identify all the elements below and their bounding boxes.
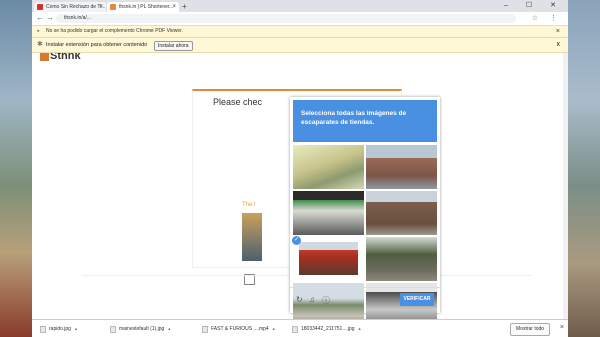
site-favicon-icon bbox=[110, 4, 116, 10]
file-icon bbox=[40, 326, 46, 333]
youtube-icon bbox=[37, 4, 43, 10]
site-logo[interactable]: Sthnk bbox=[40, 53, 81, 62]
download-item[interactable]: mainestefault (1).jpg ▲ bbox=[110, 324, 171, 334]
tab-1[interactable]: Como Sin Rechazo de Ti... × bbox=[34, 2, 106, 12]
background-right-image bbox=[568, 0, 600, 337]
file-icon bbox=[292, 326, 298, 333]
checkmark-icon: ✓ bbox=[292, 236, 301, 245]
download-item[interactable]: rapido.jpg ▲ bbox=[40, 324, 78, 334]
logo-mark-icon bbox=[40, 53, 49, 61]
toolbar-icons[interactable]: ☆ ⋮ bbox=[532, 14, 562, 22]
challenge-footer: ↻ ♫ ⓘ VERIFICAR bbox=[290, 287, 440, 314]
new-tab-button[interactable]: + bbox=[182, 2, 187, 11]
url-field[interactable]: thsnk.in/a/... bbox=[56, 14, 516, 23]
logo-text: Sthnk bbox=[50, 53, 81, 62]
tab-bar: Como Sin Rechazo de Ti... × thsnk.in | P… bbox=[32, 0, 568, 12]
tab-2[interactable]: thsnk.in | PL Shortener... × bbox=[107, 2, 179, 12]
tab-close-icon[interactable]: × bbox=[172, 2, 176, 12]
image-tile[interactable] bbox=[293, 191, 364, 235]
browser-window: Como Sin Rechazo de Ti... × thsnk.in | P… bbox=[32, 0, 568, 337]
challenge-header: Selecciona todas las imágenes de escapar… bbox=[293, 100, 437, 142]
download-item[interactable]: 18033442_211751....jpg ▲ bbox=[292, 324, 362, 334]
recaptcha-challenge: Selecciona todas las imágenes de escapar… bbox=[290, 97, 440, 327]
page-scrollbar[interactable] bbox=[563, 53, 568, 319]
image-tile[interactable] bbox=[293, 145, 364, 189]
forward-icon[interactable]: → bbox=[46, 13, 54, 22]
thumbnail-image bbox=[242, 213, 262, 261]
download-filename: 18033442_211751....jpg bbox=[301, 326, 355, 332]
tab-2-title: thsnk.in | PL Shortener... bbox=[119, 4, 174, 10]
extension-icon: ✱ bbox=[37, 41, 43, 48]
address-bar: ← → thsnk.in/a/... ☆ ⋮ bbox=[32, 12, 568, 26]
download-filename: FAST & FURIOUS ....mp4 bbox=[211, 326, 269, 332]
image-tile[interactable] bbox=[366, 145, 437, 189]
extension-message: Instalar extensión para obtener contenid… bbox=[46, 42, 148, 48]
image-tile[interactable] bbox=[366, 237, 437, 281]
card-message: Please chec bbox=[213, 97, 263, 107]
download-filename: rapido.jpg bbox=[49, 326, 71, 332]
background-left-image bbox=[0, 0, 32, 337]
tile-image bbox=[299, 242, 358, 275]
image-tile[interactable] bbox=[366, 191, 437, 235]
back-icon[interactable]: ← bbox=[36, 13, 44, 22]
tab-close-icon[interactable]: × bbox=[99, 2, 103, 12]
chevron-up-icon[interactable]: ▲ bbox=[167, 326, 171, 331]
infobar-close-icon[interactable]: x bbox=[557, 38, 561, 52]
download-filename: mainestefault (1).jpg bbox=[119, 326, 165, 332]
puzzle-icon: ▪ bbox=[37, 28, 40, 35]
pdf-plugin-message: No se ha podido cargar el complemento Ch… bbox=[46, 28, 183, 34]
infobar-close-icon[interactable]: × bbox=[556, 26, 560, 37]
downloads-close-icon[interactable]: × bbox=[560, 324, 564, 331]
refresh-icon[interactable]: ↻ bbox=[296, 295, 303, 304]
verify-button[interactable]: VERIFICAR bbox=[400, 293, 434, 306]
file-icon bbox=[110, 326, 116, 333]
tab-1-title: Como Sin Rechazo de Ti... bbox=[46, 4, 106, 10]
image-grid: ✓ bbox=[292, 145, 437, 327]
file-icon bbox=[202, 326, 208, 333]
extension-infobar: ✱ Instalar extensión para obtener conten… bbox=[32, 38, 568, 53]
download-item[interactable]: FAST & FURIOUS ....mp4 ▲ bbox=[202, 324, 276, 334]
window-controls[interactable]: – ☐ ✕ bbox=[504, 1, 564, 9]
chevron-up-icon[interactable]: ▲ bbox=[74, 326, 78, 331]
thumbnail-label: The l bbox=[242, 202, 256, 208]
downloads-bar: rapido.jpg ▲ mainestefault (1).jpg ▲ FAST … bbox=[32, 319, 568, 337]
headphones-icon[interactable]: ♫ bbox=[309, 295, 315, 304]
chevron-up-icon[interactable]: ▲ bbox=[272, 326, 276, 331]
info-icon[interactable]: ⓘ bbox=[322, 295, 330, 306]
install-now-button[interactable]: Instalar ahora bbox=[154, 41, 193, 51]
image-tile-selected[interactable]: ✓ bbox=[292, 236, 364, 281]
chevron-up-icon[interactable]: ▲ bbox=[358, 326, 362, 331]
pdf-plugin-infobar: ▪ No se ha podido cargar el complemento … bbox=[32, 26, 568, 38]
show-all-button[interactable]: Mostrar todo bbox=[510, 323, 551, 336]
